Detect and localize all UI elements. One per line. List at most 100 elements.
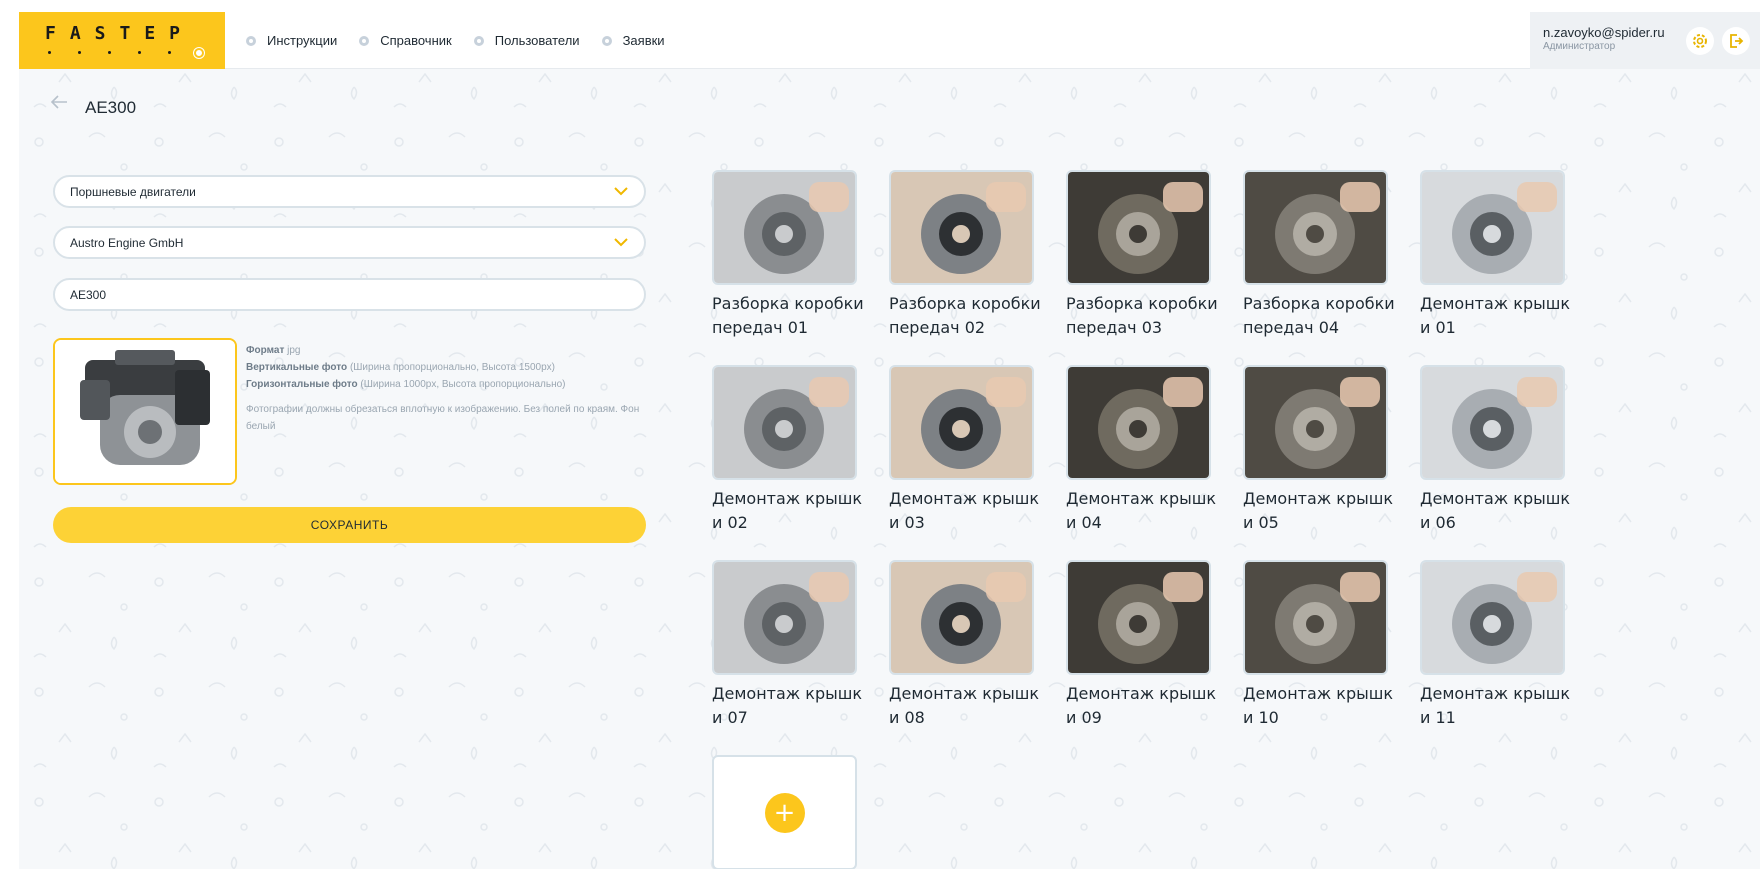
photo-card[interactable]: Разборка коробки передач 02: [889, 170, 1041, 340]
photo-caption: Разборка коробки передач 01: [712, 294, 864, 337]
photo-card[interactable]: Демонтаж крышки 02: [712, 365, 862, 535]
photo-image: [1245, 562, 1386, 673]
main-nav: Инструкции Справочник Пользователи Заявк…: [246, 12, 687, 69]
logout-button[interactable]: [1722, 27, 1750, 55]
model-input[interactable]: AE300: [53, 278, 646, 311]
chevron-down-icon: [614, 187, 628, 196]
add-photo-slot[interactable]: +: [712, 755, 857, 869]
manufacturer-value: Austro Engine GmbH: [70, 235, 184, 250]
photo-thumbnail[interactable]: [1420, 365, 1565, 480]
photo-note: Фотографии должны обрезаться вплотную к …: [246, 404, 640, 432]
gear-icon: [1693, 34, 1707, 48]
logo-text: FASTEP: [45, 23, 195, 44]
horizontal-value: (Ширина 1000px, Высота пропорционально): [360, 379, 566, 390]
photo-caption: Разборка коробки передач 04: [1243, 294, 1395, 337]
settings-button[interactable]: [1686, 27, 1714, 55]
photo-thumbnail[interactable]: [1066, 560, 1211, 675]
photo-thumbnail[interactable]: [712, 560, 857, 675]
photo-card[interactable]: Демонтаж крышки 08: [889, 560, 1039, 730]
photo-thumbnail[interactable]: [1066, 170, 1211, 285]
photo-caption: Демонтаж крышки 03: [889, 489, 1040, 532]
engine-photo: [55, 340, 235, 483]
photo-image: [1245, 367, 1386, 478]
photo-thumbnail[interactable]: [889, 560, 1034, 675]
vertical-value: (Ширина пропорционально, Высота 1500px): [349, 362, 556, 373]
photo-card[interactable]: Демонтаж крышки 03: [889, 365, 1039, 535]
photo-card[interactable]: Демонтаж крышки 10: [1243, 560, 1393, 730]
photo-image: [1068, 562, 1209, 673]
photo-card[interactable]: Демонтаж крышки 07: [712, 560, 862, 730]
main-photo-upload[interactable]: [53, 338, 237, 485]
photo-caption: Разборка коробки передач 02: [889, 294, 1041, 337]
format-value: jpg: [287, 345, 301, 356]
photo-image: [1422, 367, 1563, 478]
add-photo-card[interactable]: +: [712, 755, 857, 869]
photo-card[interactable]: Демонтаж крышки 01: [1420, 170, 1570, 340]
photo-thumbnail[interactable]: [1066, 365, 1211, 480]
photo-caption: Демонтаж крышки 06: [1420, 489, 1571, 532]
logo[interactable]: FASTEP: [19, 12, 225, 69]
photo-image: [1245, 172, 1386, 283]
save-button[interactable]: СОХРАНИТЬ: [53, 507, 646, 543]
nav-dot-icon: [473, 35, 484, 46]
photo-card[interactable]: Демонтаж крышки 09: [1066, 560, 1216, 730]
photo-caption: Демонтаж крышки 10: [1243, 684, 1394, 727]
nav-label: Справочник: [380, 33, 452, 48]
photo-requirements: Формат jpg Вертикальные фото (Ширина про…: [246, 342, 646, 435]
photo-thumbnail[interactable]: [889, 365, 1034, 480]
chevron-down-icon: [614, 238, 628, 247]
photo-image: [1068, 172, 1209, 283]
photo-thumbnail[interactable]: [712, 365, 857, 480]
photo-card[interactable]: Демонтаж крышки 04: [1066, 365, 1216, 535]
photo-caption: Демонтаж крышки 09: [1066, 684, 1217, 727]
photo-image: [1068, 367, 1209, 478]
photo-image: [891, 172, 1032, 283]
nav-dot-icon: [359, 35, 370, 46]
photo-card[interactable]: Демонтаж крышки 06: [1420, 365, 1570, 535]
nav-item-users[interactable]: Пользователи: [473, 33, 580, 48]
user-panel: n.zavoyko@spider.ru Администратор: [1530, 12, 1760, 69]
horizontal-label: Горизонтальные фото: [246, 379, 358, 390]
vertical-label: Вертикальные фото: [246, 362, 348, 373]
photo-caption: Демонтаж крышки 05: [1243, 489, 1394, 532]
photo-card[interactable]: Разборка коробки передач 01: [712, 170, 864, 340]
photo-card[interactable]: Разборка коробки передач 04: [1243, 170, 1395, 340]
category-value: Поршневые двигатели: [70, 184, 196, 199]
nav-label: Заявки: [622, 33, 665, 48]
nav-item-instructions[interactable]: Инструкции: [246, 33, 337, 48]
photo-thumbnail[interactable]: [1243, 560, 1388, 675]
logo-dots: [48, 48, 204, 58]
photo-card[interactable]: Демонтаж крышки 05: [1243, 365, 1393, 535]
photo-thumbnail[interactable]: [1243, 365, 1388, 480]
photo-card[interactable]: Демонтаж крышки 11: [1420, 560, 1570, 730]
nav-dot-icon: [246, 35, 256, 46]
photo-thumbnail[interactable]: [712, 170, 857, 285]
photo-caption: Демонтаж крышки 08: [889, 684, 1040, 727]
photo-thumbnail[interactable]: [1420, 560, 1565, 675]
photo-caption: Демонтаж крышки 11: [1420, 684, 1571, 727]
nav-item-reference[interactable]: Справочник: [359, 33, 452, 48]
photo-image: [1422, 562, 1563, 673]
photo-thumbnail[interactable]: [1243, 170, 1388, 285]
photo-image: [714, 367, 855, 478]
manufacturer-select[interactable]: Austro Engine GmbH: [53, 226, 646, 259]
category-select[interactable]: Поршневые двигатели: [53, 175, 646, 208]
photo-image: [714, 172, 855, 283]
top-header: FASTEP Инструкции Справочник Пользовател…: [19, 12, 1760, 69]
photo-card[interactable]: Разборка коробки передач 03: [1066, 170, 1218, 340]
photo-image: [891, 562, 1032, 673]
nav-dot-icon: [601, 35, 612, 46]
photo-caption: Разборка коробки передач 03: [1066, 294, 1218, 337]
nav-item-requests[interactable]: Заявки: [601, 33, 665, 48]
photo-thumbnail[interactable]: [1420, 170, 1565, 285]
photo-image: [1422, 172, 1563, 283]
back-arrow-icon[interactable]: [50, 94, 68, 110]
model-value: AE300: [70, 287, 107, 302]
logout-icon: [1730, 34, 1744, 48]
photo-image: [891, 367, 1032, 478]
plus-icon[interactable]: +: [764, 792, 805, 833]
photo-caption: Демонтаж крышки 01: [1420, 294, 1571, 337]
photo-caption: Демонтаж крышки 02: [712, 489, 863, 532]
photo-thumbnail[interactable]: [889, 170, 1034, 285]
format-label: Формат: [246, 345, 285, 356]
